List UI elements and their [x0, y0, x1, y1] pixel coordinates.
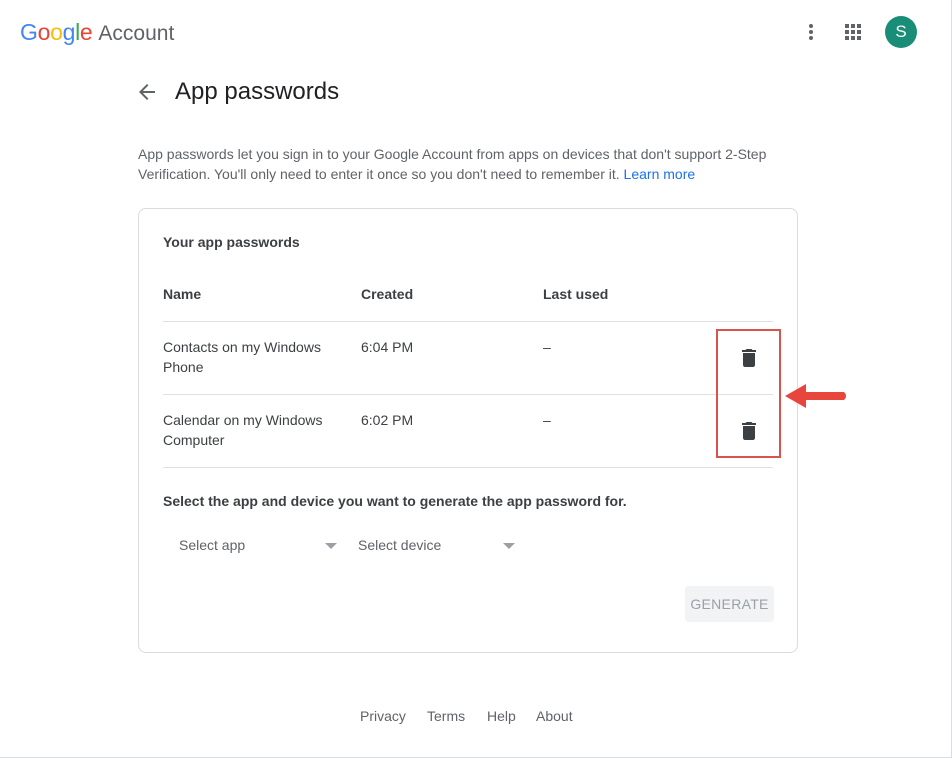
row-created: 6:04 PM	[361, 339, 414, 355]
column-header-name: Name	[163, 286, 202, 302]
row-last-used: –	[543, 412, 551, 428]
google-account-logo[interactable]: Google Account	[20, 19, 174, 46]
divider	[163, 467, 773, 468]
dropdown-arrow-icon	[325, 543, 337, 549]
divider	[163, 394, 773, 395]
row-created: 6:02 PM	[361, 412, 414, 428]
app-passwords-card: Your app passwords Name Created Last use…	[138, 208, 798, 653]
select-device-label: Select device	[358, 537, 442, 553]
google-apps-button[interactable]	[837, 16, 869, 48]
annotation-arrow-icon	[785, 384, 846, 408]
divider	[163, 321, 773, 322]
footer-about-link[interactable]: About	[536, 708, 573, 724]
row-last-used: –	[543, 339, 551, 355]
google-wordmark: Google	[20, 19, 93, 45]
footer-privacy-link[interactable]: Privacy	[360, 708, 406, 724]
learn-more-link[interactable]: Learn more	[624, 166, 696, 182]
apps-grid-icon	[845, 24, 861, 40]
page-description: App passwords let you sign in to your Go…	[138, 144, 818, 184]
select-prompt: Select the app and device you want to ge…	[163, 493, 627, 509]
row-name: Contacts on my Windows Phone	[163, 339, 321, 375]
back-button[interactable]	[134, 79, 160, 105]
row-name: Calendar on my Windows Computer	[163, 412, 323, 448]
more-vert-icon	[809, 24, 813, 40]
arrow-back-icon	[139, 84, 155, 100]
card-title: Your app passwords	[163, 234, 300, 250]
generate-button[interactable]: GENERATE	[685, 586, 774, 622]
column-header-last-used: Last used	[543, 286, 609, 302]
top-bar: Google Account S	[0, 0, 952, 64]
select-app-label: Select app	[179, 537, 246, 553]
dropdown-arrow-icon	[503, 543, 515, 549]
select-device-dropdown[interactable]: Select device	[342, 535, 520, 557]
footer-help-link[interactable]: Help	[487, 708, 516, 724]
select-app-dropdown[interactable]: Select app	[163, 535, 341, 557]
footer-terms-link[interactable]: Terms	[427, 708, 465, 724]
column-header-created: Created	[361, 286, 414, 302]
product-name: Account	[98, 22, 175, 45]
highlight-box	[716, 329, 781, 458]
more-options-button[interactable]	[795, 16, 827, 48]
account-avatar[interactable]: S	[885, 16, 917, 48]
page-title: App passwords	[175, 78, 340, 105]
